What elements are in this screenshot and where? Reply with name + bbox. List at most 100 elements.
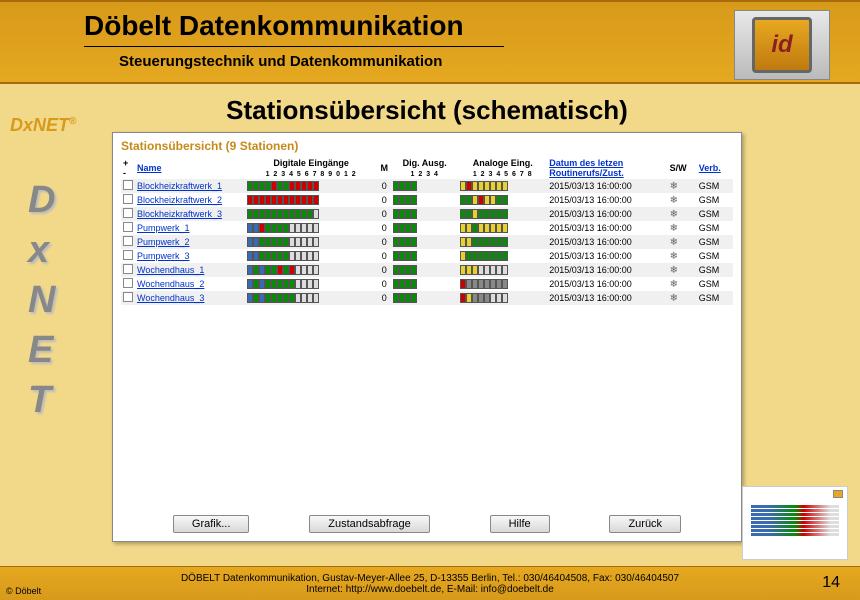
row-digaus (391, 249, 458, 263)
row-name[interactable]: Wochendhaus_2 (135, 277, 245, 291)
row-checkbox[interactable] (121, 207, 135, 221)
snowflake-icon: ❄ (670, 237, 678, 248)
table-row: Pumpwerk_302015/03/13 16:00:00❄GSM (121, 249, 733, 263)
row-datum: 2015/03/13 16:00:00 (547, 263, 667, 277)
row-name[interactable]: Blockheizkraftwerk_1 (135, 179, 245, 193)
row-verb: GSM (697, 249, 733, 263)
copyright: © Döbelt (6, 586, 41, 596)
hilfe-button[interactable]: Hilfe (490, 515, 550, 533)
panel-title: Stationsübersicht (9 Stationen) (121, 139, 733, 153)
row-datum: 2015/03/13 16:00:00 (547, 179, 667, 193)
row-name[interactable]: Wochendhaus_3 (135, 291, 245, 305)
snowflake-icon: ❄ (670, 293, 678, 304)
table-row: Pumpwerk_102015/03/13 16:00:00❄GSM (121, 221, 733, 235)
row-verb: GSM (697, 277, 733, 291)
row-anaein (458, 235, 547, 249)
snowflake-icon: ❄ (670, 209, 678, 220)
row-m: 0 (377, 249, 391, 263)
zustand-button[interactable]: Zustandsabfrage (309, 515, 430, 533)
row-checkbox[interactable] (121, 291, 135, 305)
logo-text: id (752, 17, 812, 73)
row-m: 0 (377, 207, 391, 221)
row-digin (245, 193, 377, 207)
vertical-brand: D x N E T (28, 175, 55, 425)
row-sw: ❄ (668, 263, 697, 277)
row-digaus (391, 291, 458, 305)
col-sw: S/W (668, 157, 697, 179)
row-checkbox[interactable] (121, 277, 135, 291)
row-datum: 2015/03/13 16:00:00 (547, 277, 667, 291)
table-row: Wochendhaus_202015/03/13 16:00:00❄GSM (121, 277, 733, 291)
row-anaein (458, 221, 547, 235)
row-verb: GSM (697, 179, 733, 193)
grafik-button[interactable]: Grafik... (173, 515, 250, 533)
brand-label: DxNET® (10, 115, 76, 136)
row-m: 0 (377, 193, 391, 207)
row-digin (245, 221, 377, 235)
row-sw: ❄ (668, 235, 697, 249)
row-anaein (458, 291, 547, 305)
row-digaus (391, 221, 458, 235)
row-verb: GSM (697, 235, 733, 249)
col-verb[interactable]: Verb. (697, 157, 733, 179)
header: Döbelt Datenkommunikation Steuerungstech… (0, 0, 860, 84)
row-datum: 2015/03/13 16:00:00 (547, 207, 667, 221)
col-digaus: Dig. Ausg.1 2 3 4 (391, 157, 458, 179)
row-anaein (458, 277, 547, 291)
row-checkbox[interactable] (121, 221, 135, 235)
row-digaus (391, 179, 458, 193)
row-digin (245, 277, 377, 291)
header-title: Döbelt Datenkommunikation (84, 10, 836, 42)
row-name[interactable]: Blockheizkraftwerk_2 (135, 193, 245, 207)
col-digin: Digitale Eingänge1 2 3 4 5 6 7 8 9 0 1 2 (245, 157, 377, 179)
row-checkbox[interactable] (121, 263, 135, 277)
page-number: 14 (822, 574, 840, 592)
snowflake-icon: ❄ (670, 181, 678, 192)
row-name[interactable]: Pumpwerk_3 (135, 249, 245, 263)
col-anaein: Analoge Eing.1 2 3 4 5 6 7 8 (458, 157, 547, 179)
snowflake-icon: ❄ (670, 265, 678, 276)
thumbnail[interactable] (742, 486, 848, 560)
row-name[interactable]: Blockheizkraftwerk_3 (135, 207, 245, 221)
row-anaein (458, 193, 547, 207)
row-sw: ❄ (668, 221, 697, 235)
snowflake-icon: ❄ (670, 195, 678, 206)
row-digaus (391, 207, 458, 221)
row-sw: ❄ (668, 193, 697, 207)
row-checkbox[interactable] (121, 235, 135, 249)
snowflake-icon: ❄ (670, 251, 678, 262)
row-digin (245, 235, 377, 249)
row-name[interactable]: Pumpwerk_1 (135, 221, 245, 235)
row-verb: GSM (697, 207, 733, 221)
row-m: 0 (377, 277, 391, 291)
row-verb: GSM (697, 193, 733, 207)
table-row: Blockheizkraftwerk_102015/03/13 16:00:00… (121, 179, 733, 193)
zurueck-button[interactable]: Zurück (609, 515, 681, 533)
row-name[interactable]: Pumpwerk_2 (135, 235, 245, 249)
row-checkbox[interactable] (121, 179, 135, 193)
row-digin (245, 291, 377, 305)
col-select: +- (121, 157, 135, 179)
table-row: Wochendhaus_302015/03/13 16:00:00❄GSM (121, 291, 733, 305)
row-anaein (458, 207, 547, 221)
card-title: Stationsübersicht (schematisch) (112, 95, 742, 126)
row-m: 0 (377, 235, 391, 249)
row-digaus (391, 193, 458, 207)
row-checkbox[interactable] (121, 249, 135, 263)
row-datum: 2015/03/13 16:00:00 (547, 235, 667, 249)
table-row: Pumpwerk_2 0 2015/03/13 16:00:00❄ GSM (121, 235, 733, 249)
station-panel: Stationsübersicht (9 Stationen) +- Name … (112, 132, 742, 542)
row-digaus (391, 277, 458, 291)
table-row: Wochendhaus_102015/03/13 16:00:00❄GSM (121, 263, 733, 277)
table-row: Blockheizkraftwerk_3 0 2015/03/13 16:00:00… (121, 207, 733, 221)
row-anaein (458, 263, 547, 277)
row-datum: 2015/03/13 16:00:00 (547, 221, 667, 235)
col-datum[interactable]: Datum des letzen Routinerufs/Zust. (547, 157, 667, 179)
station-table: +- Name Digitale Eingänge1 2 3 4 5 6 7 8… (121, 157, 733, 305)
col-name[interactable]: Name (135, 157, 245, 179)
row-checkbox[interactable] (121, 193, 135, 207)
row-digin (245, 249, 377, 263)
row-name[interactable]: Wochendhaus_1 (135, 263, 245, 277)
row-m: 0 (377, 291, 391, 305)
row-anaein (458, 249, 547, 263)
